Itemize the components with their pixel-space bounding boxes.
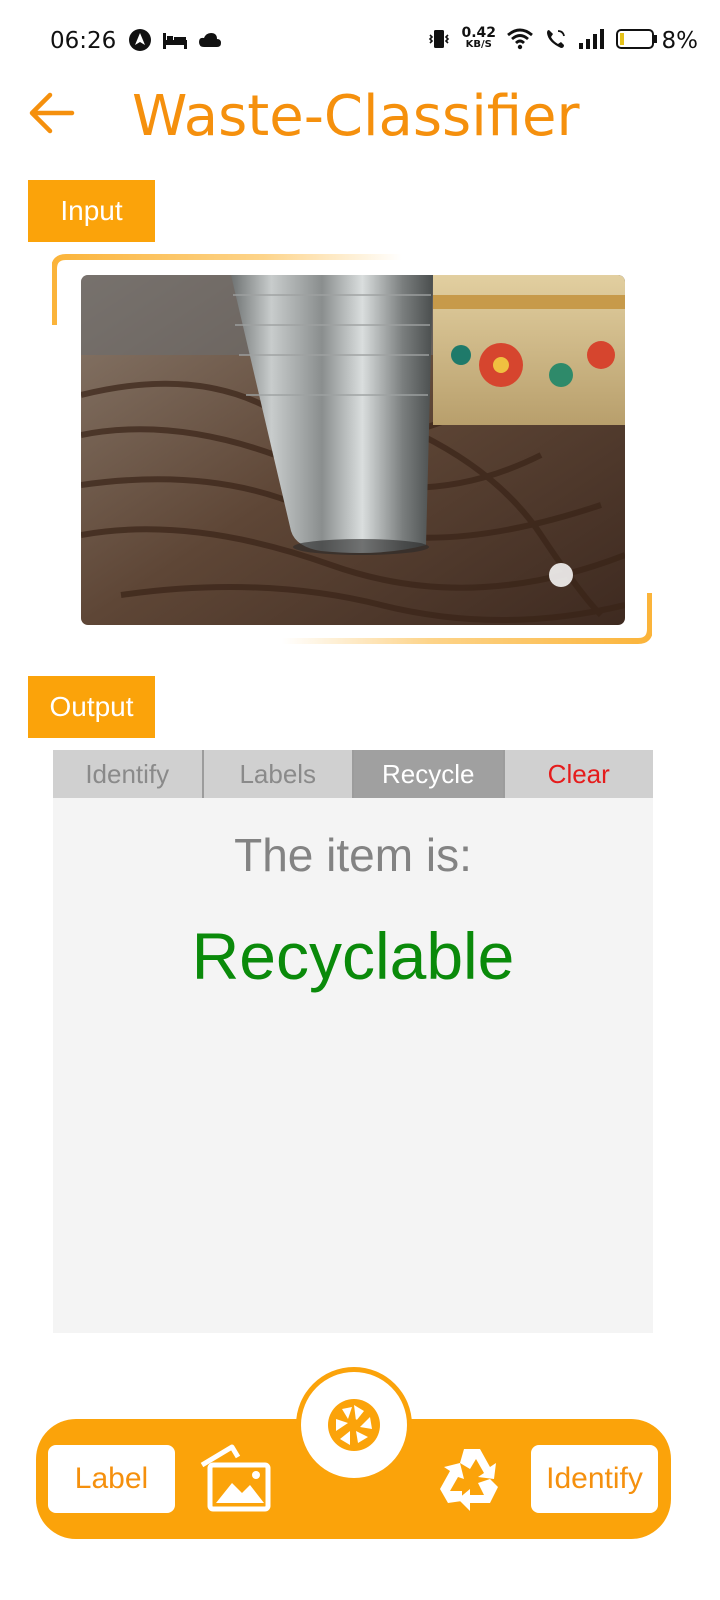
tab-clear[interactable]: Clear: [505, 750, 654, 798]
tab-identify[interactable]: Identify: [53, 750, 204, 798]
status-bar: 06:26 0.42 KB/S 8%: [0, 0, 720, 80]
cloud-icon: [199, 33, 221, 47]
result-prompt: The item is:: [234, 829, 472, 881]
output-tabs: Identify Labels Recycle Clear: [53, 750, 653, 798]
wifi-calling-icon: [547, 30, 565, 48]
output-section-label: Output: [28, 676, 155, 738]
signal-icon: [579, 29, 604, 49]
gallery-icon[interactable]: [198, 1443, 273, 1513]
input-section-label: Input: [28, 180, 155, 242]
vibrate-icon: [429, 30, 450, 48]
navigation-app-icon: [129, 29, 151, 51]
tab-recycle[interactable]: Recycle: [354, 750, 505, 798]
status-time: 06:26: [50, 28, 117, 54]
recycle-icon[interactable]: [436, 1443, 508, 1515]
battery-percent: 8%: [661, 28, 699, 54]
app-title: Waste-Classifier: [132, 84, 580, 149]
classification-result: Recyclable: [191, 919, 515, 993]
network-speed: 0.42 KB/S: [461, 25, 496, 50]
label-button[interactable]: Label: [48, 1445, 175, 1513]
tab-labels[interactable]: Labels: [204, 750, 354, 798]
app-bar: Waste-Classifier: [0, 80, 720, 160]
camera-shutter-icon: [328, 1399, 380, 1451]
camera-button[interactable]: [296, 1367, 412, 1483]
battery-icon: [616, 29, 657, 49]
input-photo: [81, 275, 625, 625]
identify-button[interactable]: Identify: [531, 1445, 658, 1513]
back-arrow-icon[interactable]: [26, 88, 76, 138]
wifi-icon: [507, 28, 533, 50]
bed-icon: [163, 33, 187, 49]
photo-metal-cup-on-table: [81, 275, 625, 625]
output-panel: The item is: Recyclable: [53, 798, 653, 1333]
